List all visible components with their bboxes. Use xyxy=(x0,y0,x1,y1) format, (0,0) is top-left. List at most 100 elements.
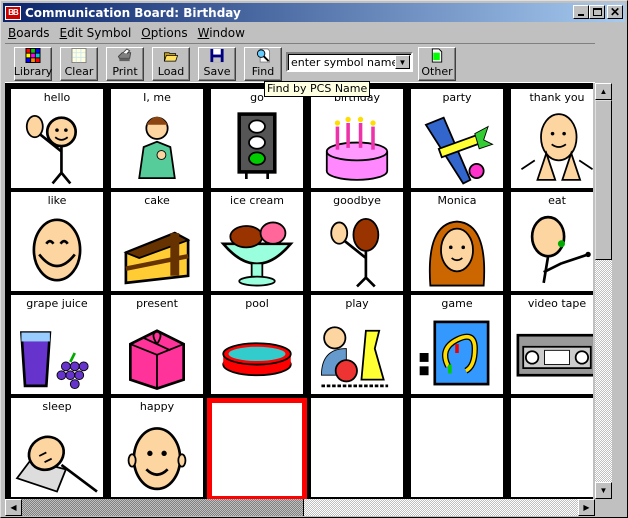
symbol-cell-selected[interactable] xyxy=(207,398,307,499)
load-button[interactable]: Load xyxy=(152,47,190,81)
symbol-cell-pool[interactable]: pool xyxy=(207,295,307,398)
communication-board: hello I, me go birthday party thank you like ca… xyxy=(5,83,593,499)
smiling-face-icon xyxy=(11,209,103,291)
child-playing-toys-icon xyxy=(311,312,403,394)
menu-boards[interactable]: Boards xyxy=(3,26,55,40)
vertical-scrollbar[interactable]: ▲ ▼ xyxy=(595,83,612,499)
symbol-cell-happy[interactable]: happy xyxy=(107,398,207,499)
open-folder-icon xyxy=(163,52,179,62)
symbol-label: goodbye xyxy=(333,194,381,207)
waving-person-icon xyxy=(11,106,103,188)
symbol-cell-game[interactable]: game xyxy=(407,295,507,398)
arrow-up-icon: ▲ xyxy=(599,87,608,96)
symbol-label: sleep xyxy=(42,400,72,413)
symbol-label xyxy=(212,403,302,405)
close-button[interactable]: ✕ xyxy=(607,5,623,19)
symbol-cell-goodbye[interactable]: goodbye xyxy=(307,192,407,295)
symbol-label xyxy=(311,398,403,400)
floppy-disk-icon xyxy=(210,48,224,63)
symbol-label xyxy=(511,398,593,400)
board-game-icon xyxy=(411,312,503,394)
clear-button[interactable]: Clear xyxy=(60,47,98,81)
maximize-icon xyxy=(592,8,602,16)
save-button[interactable]: Save xyxy=(198,47,236,81)
vhs-tape-icon xyxy=(511,312,593,394)
wading-pool-icon xyxy=(211,312,303,394)
scroll-up-button[interactable]: ▲ xyxy=(595,83,612,100)
title-bar[interactable]: BB Communication Board: Birthday ✕ xyxy=(3,3,625,22)
symbol-cell-eat[interactable]: eat xyxy=(507,192,593,295)
symbol-cell-go[interactable]: go xyxy=(207,89,307,192)
gift-box-icon xyxy=(111,312,203,394)
symbol-cell-monica[interactable]: Monica xyxy=(407,192,507,295)
menu-options[interactable]: Options xyxy=(136,26,192,40)
symbol-cell-like[interactable]: like xyxy=(7,192,107,295)
symbol-label: game xyxy=(441,297,473,310)
symbol-label: cake xyxy=(144,194,170,207)
library-button[interactable]: Library xyxy=(14,47,52,81)
symbol-label: ice cream xyxy=(230,194,284,207)
birthday-cake-icon xyxy=(311,106,403,188)
symbol-cell-video-tape[interactable]: video tape xyxy=(507,295,593,398)
clear-board-icon xyxy=(71,48,87,63)
menu-edit-symbol[interactable]: Edit Symbol xyxy=(55,26,137,40)
girl-portrait-icon xyxy=(411,209,503,291)
toolbar: Library Clear Print Load Save Find enter… xyxy=(5,43,595,83)
symbol-cell-thank-you[interactable]: thank you xyxy=(507,89,593,192)
horizontal-scrollbar[interactable]: ◀ ▶ xyxy=(5,499,595,516)
symbol-cell-empty[interactable] xyxy=(507,398,593,499)
symbol-cell-empty[interactable] xyxy=(307,398,407,499)
app-icon: BB xyxy=(5,5,21,20)
print-button[interactable]: Print xyxy=(106,47,144,81)
scroll-left-button[interactable]: ◀ xyxy=(5,499,22,516)
vertical-scroll-thumb[interactable] xyxy=(595,100,612,260)
find-tooltip: Find by PCS Name xyxy=(264,81,371,97)
symbol-cell-empty[interactable] xyxy=(407,398,507,499)
scroll-right-button[interactable]: ▶ xyxy=(578,499,595,516)
symbol-cell-grape-juice[interactable]: grape juice xyxy=(7,295,107,398)
window-border-right xyxy=(612,83,627,516)
symbol-cell-present[interactable]: present xyxy=(107,295,207,398)
close-icon: ✕ xyxy=(609,5,621,19)
find-button[interactable]: Find xyxy=(244,47,282,81)
horizontal-scroll-thumb[interactable] xyxy=(22,499,304,516)
other-document-icon xyxy=(431,48,443,63)
symbol-cell-party[interactable]: party xyxy=(407,89,507,192)
grape-juice-icon xyxy=(11,312,103,394)
symbol-grid: hello I, me go birthday party thank you like ca… xyxy=(7,89,593,499)
symbol-cell-i-me[interactable]: I, me xyxy=(107,89,207,192)
symbol-name-input[interactable]: enter symbol name xyxy=(291,56,398,69)
printer-icon xyxy=(117,48,132,62)
scrollbar-corner xyxy=(595,499,612,516)
find-magnifier-icon xyxy=(256,48,271,63)
symbol-label: present xyxy=(136,297,178,310)
menu-window[interactable]: Window xyxy=(193,26,250,40)
arrow-left-icon: ◀ xyxy=(10,503,17,512)
menu-bar: Boards Edit Symbol Options Window xyxy=(3,23,250,42)
dropdown-button[interactable]: ▼ xyxy=(395,55,410,69)
arrow-right-icon: ▶ xyxy=(583,503,590,512)
symbol-cell-cake[interactable]: cake xyxy=(107,192,207,295)
waving-goodbye-icon xyxy=(311,209,403,291)
sleeping-person-icon xyxy=(11,415,103,497)
symbol-name-combobox[interactable]: enter symbol name ▼ xyxy=(286,52,413,72)
minimize-button[interactable] xyxy=(573,5,589,19)
ice-cream-sundae-icon xyxy=(211,209,303,291)
symbol-label: thank you xyxy=(529,91,585,104)
minimize-icon xyxy=(578,14,584,16)
other-button[interactable]: Other xyxy=(418,47,456,81)
symbol-cell-birthday[interactable]: birthday xyxy=(307,89,407,192)
window-title: Communication Board: Birthday xyxy=(25,5,241,20)
cake-slice-icon xyxy=(111,209,203,291)
symbol-cell-sleep[interactable]: sleep xyxy=(7,398,107,499)
symbol-label: hello xyxy=(43,91,71,104)
app-window: BB Communication Board: Birthday ✕ Board… xyxy=(0,0,628,518)
chevron-down-icon: ▼ xyxy=(398,57,407,67)
scroll-down-button[interactable]: ▼ xyxy=(595,482,612,499)
party-noisemaker-icon xyxy=(411,106,503,188)
maximize-button[interactable] xyxy=(589,5,605,19)
symbol-cell-ice-cream[interactable]: ice cream xyxy=(207,192,307,295)
symbol-cell-play[interactable]: play xyxy=(307,295,407,398)
person-eating-icon xyxy=(511,209,593,291)
symbol-cell-hello[interactable]: hello xyxy=(7,89,107,192)
